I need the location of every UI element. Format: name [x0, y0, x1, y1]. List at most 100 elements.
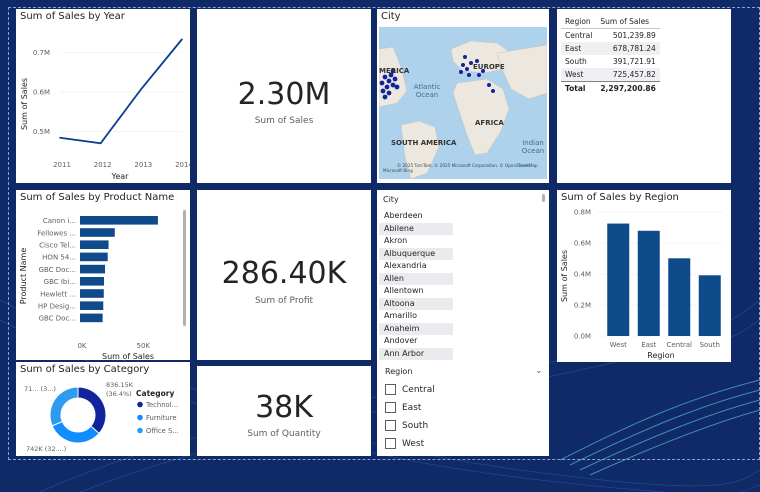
list-item[interactable]: Altoona: [379, 297, 453, 310]
region-option-east[interactable]: East: [385, 402, 421, 413]
checkbox-icon[interactable]: [385, 402, 396, 413]
list-item[interactable]: Ann Arbor: [379, 347, 453, 360]
city-slicer-header: City: [383, 195, 399, 204]
region-option-central[interactable]: Central: [385, 384, 435, 395]
y-tick-label: GBC Doc...: [39, 266, 76, 274]
y-tick-label: 0.6M: [574, 240, 591, 248]
map-label-atlantic-ocean: Ocean: [416, 91, 438, 99]
list-item[interactable]: Allentown: [379, 285, 453, 298]
category-label-bottom: 742K (32....): [26, 445, 66, 453]
bar: [80, 216, 158, 225]
region-option-south[interactable]: South: [385, 420, 428, 431]
bar: [668, 258, 691, 336]
list-item[interactable]: Albuquerque: [379, 247, 453, 260]
list-item[interactable]: Andover: [379, 335, 453, 348]
sales-by-product-bar-chart[interactable]: Product Name Sum of Sales Canon i... Fell…: [16, 190, 190, 360]
region-slicer-header: Region: [385, 367, 413, 376]
y-tick-label: 0.4M: [574, 271, 591, 279]
table-cell-sales: 725,457.82: [596, 68, 660, 82]
city-slicer-tile[interactable]: City Aberdeen Abilene Akron Albuquerque …: [377, 190, 549, 456]
y-tick-label: Hewlett ...: [40, 290, 76, 298]
list-item[interactable]: Allen: [379, 272, 453, 285]
bar: [80, 277, 105, 286]
bar: [637, 230, 660, 336]
y-tick-label: HP Desig...: [38, 303, 76, 311]
bar: [80, 313, 103, 323]
city-map-tile[interactable]: City MERICA EUROPE Atlantic Ocean AFRICA…: [377, 9, 549, 183]
table-cell-sales: 391,721.91: [612, 57, 656, 66]
map-terms-link[interactable]: Terms: [517, 163, 530, 168]
table-row[interactable]: East 678,781.24: [561, 42, 660, 55]
chevron-down-icon[interactable]: ⌄: [535, 366, 543, 376]
sales-card[interactable]: 2.30M Sum of Sales: [197, 9, 371, 183]
data-point: [99, 142, 102, 145]
category-label-top-right: 836.15K: [106, 381, 134, 389]
series-line: [59, 38, 183, 145]
map-label-america: MERICA: [379, 67, 410, 75]
bar: [698, 275, 721, 336]
list-item[interactable]: Abilene: [379, 222, 453, 235]
list-item[interactable]: Alexandria: [379, 260, 453, 273]
category-legend-title: Category: [136, 389, 174, 398]
region-option-label: South: [402, 420, 429, 431]
bar: [80, 228, 115, 237]
sales-by-category-tile[interactable]: Sum of Sales by Category 71... (3...) 83…: [16, 362, 190, 456]
x-tick-label: 50K: [136, 342, 150, 350]
y-tick-label: Canon i...: [43, 217, 76, 225]
list-item[interactable]: Aberdeen: [379, 210, 453, 223]
data-point: [181, 38, 183, 41]
table-cell-region: South: [565, 57, 587, 66]
sales-by-product-tile[interactable]: Sum of Sales by Product Name Product Nam…: [16, 190, 190, 360]
checkbox-icon[interactable]: [385, 384, 396, 395]
legend-marker: [137, 401, 143, 408]
legend-entry: Technol...: [145, 401, 178, 409]
x-tick-label: South: [700, 341, 720, 349]
quantity-card-label: Sum of Quantity: [247, 429, 321, 439]
table-cell-sales: 678,781.24: [596, 42, 660, 55]
sales-by-category-donut-chart[interactable]: 71... (3...) 836.15K (36.4%) 742K (32...…: [16, 362, 190, 456]
sales-by-region-bar-chart[interactable]: Sum of Sales Region 0.0M 0.2M 0.4M 0.6M 0.8M…: [557, 190, 731, 362]
y-tick-label: GBC Doc...: [39, 315, 76, 323]
legend-marker: [137, 427, 143, 434]
checkbox-icon[interactable]: [385, 420, 396, 431]
y-tick-label: 0.0M: [574, 333, 591, 341]
sales-by-year-ylabel: Sum of Sales: [20, 78, 29, 130]
table-row[interactable]: West 725,457.82: [561, 68, 660, 82]
map-canvas[interactable]: MERICA EUROPE Atlantic Ocean AFRICA SOUT…: [379, 27, 547, 179]
scrollbar[interactable]: [183, 210, 186, 326]
map-label-africa: AFRICA: [475, 119, 504, 127]
data-point: [59, 136, 61, 139]
region-option-label: Central: [402, 384, 435, 395]
sales-by-year-tile[interactable]: Sum of Sales by Year Sum of Sales Year 0…: [16, 9, 190, 183]
quantity-card[interactable]: 38K Sum of Quantity: [197, 366, 371, 456]
profit-card-value: 286.40K: [221, 256, 347, 291]
table-row[interactable]: Central 501,239.89: [561, 29, 660, 43]
data-point: [140, 88, 143, 90]
list-item[interactable]: Akron: [379, 235, 453, 248]
list-item[interactable]: Amarillo: [379, 310, 453, 323]
checkbox-icon[interactable]: [385, 438, 396, 449]
profit-card[interactable]: 286.40K Sum of Profit: [197, 190, 371, 360]
y-tick-label: 0.2M: [574, 302, 591, 310]
sales-by-year-line-chart[interactable]: Sum of Sales Year 0.5M 0.6M 0.7M 2011 2012 20…: [16, 9, 190, 183]
region-slicer[interactable]: Region ⌄ Central East South West: [377, 364, 549, 456]
list-item[interactable]: Anaheim: [379, 322, 453, 335]
x-tick-label: 2013: [134, 161, 152, 169]
table-total-row: Total 2,297,200.86: [561, 81, 660, 95]
category-label-top-right-pct: (36.4%): [106, 390, 132, 398]
region-option-west[interactable]: West: [385, 438, 424, 449]
city-slicer-list[interactable]: Aberdeen Abilene Akron Albuquerque Alexa…: [379, 210, 453, 360]
x-tick-label: Central: [667, 341, 693, 349]
region-option-label: West: [402, 438, 425, 449]
table-header-sales[interactable]: Sum of Sales: [596, 15, 660, 29]
bar: [80, 301, 104, 310]
region-table-tile[interactable]: Region Sum of Sales Central 501,239.89 Ea…: [557, 9, 731, 183]
map-logo: Microsoft Bing: [383, 168, 413, 173]
city-slicer-scrollbar[interactable]: [542, 194, 545, 202]
y-tick-label: GBC Ibi...: [44, 278, 76, 286]
table-row[interactable]: South 391,721.91: [561, 55, 660, 68]
table-header-region[interactable]: Region: [561, 15, 597, 29]
sales-by-region-tile[interactable]: Sum of Sales by Region Sum of Sales Regi…: [557, 190, 731, 362]
x-tick-label: 2014: [175, 161, 190, 169]
x-tick-label: East: [641, 341, 656, 349]
